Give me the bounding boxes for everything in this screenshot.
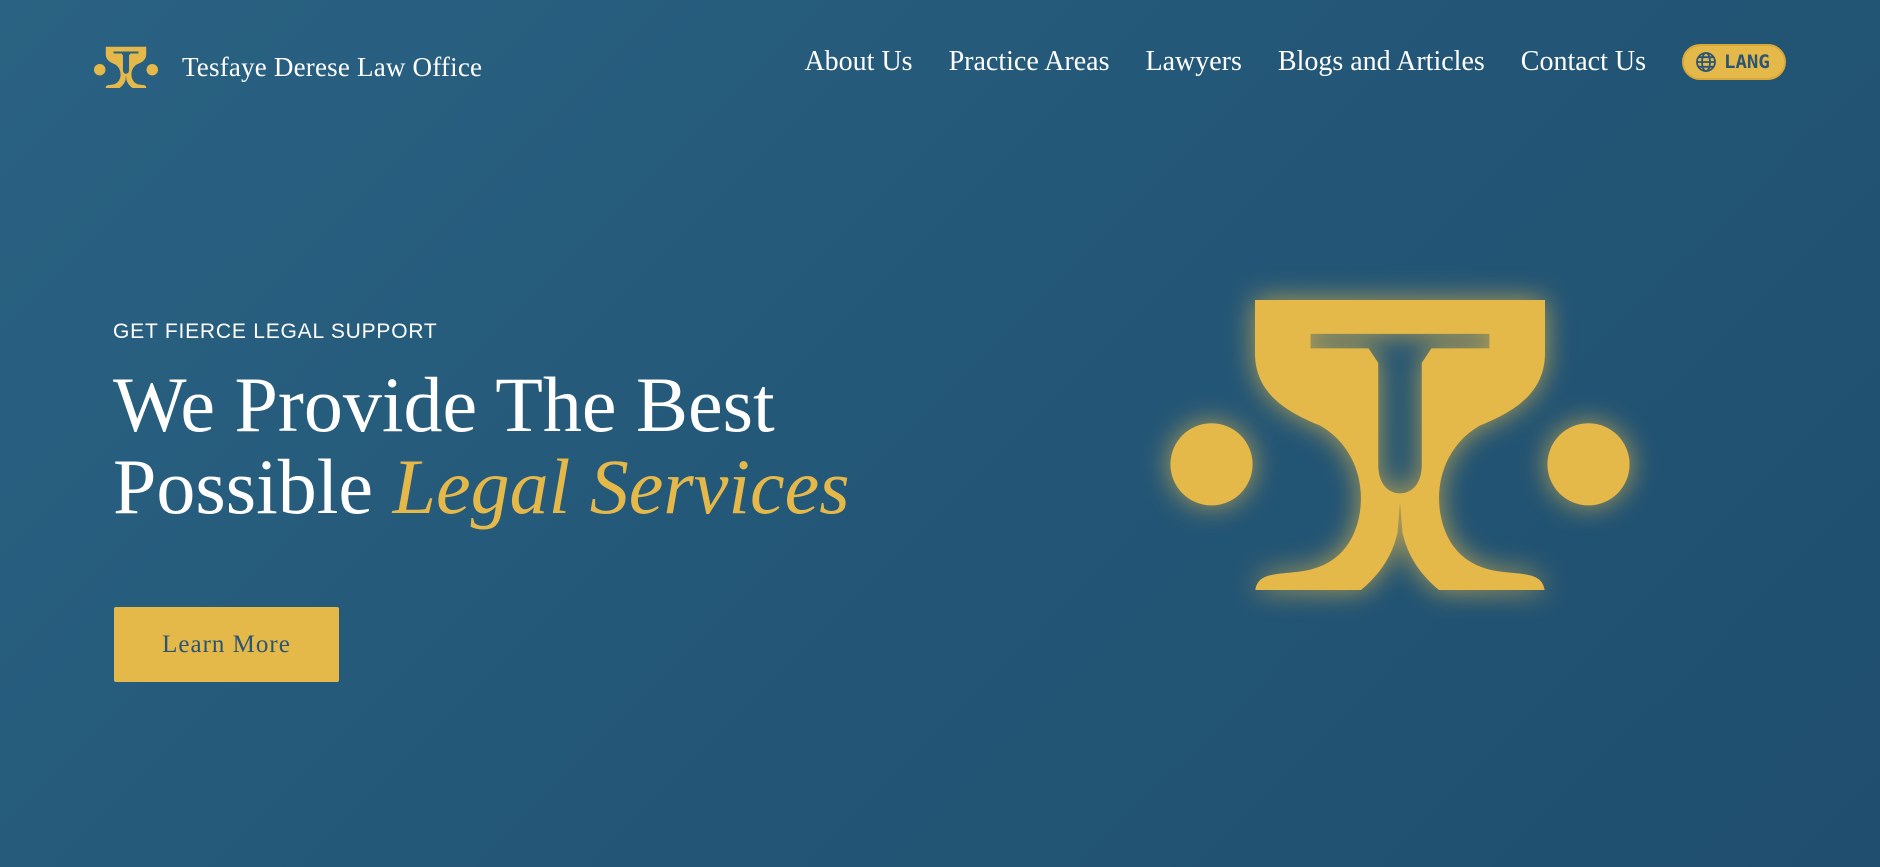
hero-emblem-icon xyxy=(1170,300,1630,590)
brand-name: Tesfaye Derese Law Office xyxy=(182,51,483,82)
language-label: LANG xyxy=(1724,51,1770,73)
hero-headline-accent: Legal Services xyxy=(392,443,850,530)
nav-lawyers[interactable]: Lawyers xyxy=(1146,46,1242,78)
hero-eyebrow: GET FIERCE LEGAL SUPPORT xyxy=(113,320,438,343)
brand-home-link[interactable]: Tesfaye Derese Law Office xyxy=(94,46,482,88)
hero-headline: We Provide The Best Possible Legal Servi… xyxy=(113,364,1013,528)
hero-headline-line1: We Provide The Best xyxy=(113,361,775,448)
hero-headline-line2-plain: Possible xyxy=(113,443,374,530)
language-selector-button[interactable]: LANG xyxy=(1682,44,1786,80)
site-header: Tesfaye Derese Law Office About Us Pract… xyxy=(0,0,1880,135)
globe-icon xyxy=(1696,52,1716,72)
main-nav: About Us Practice Areas Lawyers Blogs an… xyxy=(804,44,1786,80)
learn-more-button[interactable]: Learn More xyxy=(114,607,339,682)
nav-practice-areas[interactable]: Practice Areas xyxy=(949,46,1110,78)
nav-blogs-and-articles[interactable]: Blogs and Articles xyxy=(1278,46,1485,78)
nav-about-us[interactable]: About Us xyxy=(804,46,912,78)
tdlo-emblem-icon xyxy=(94,46,158,88)
hero-text-block: GET FIERCE LEGAL SUPPORT We Provide The … xyxy=(113,320,1013,528)
nav-contact-us[interactable]: Contact Us xyxy=(1521,46,1646,78)
